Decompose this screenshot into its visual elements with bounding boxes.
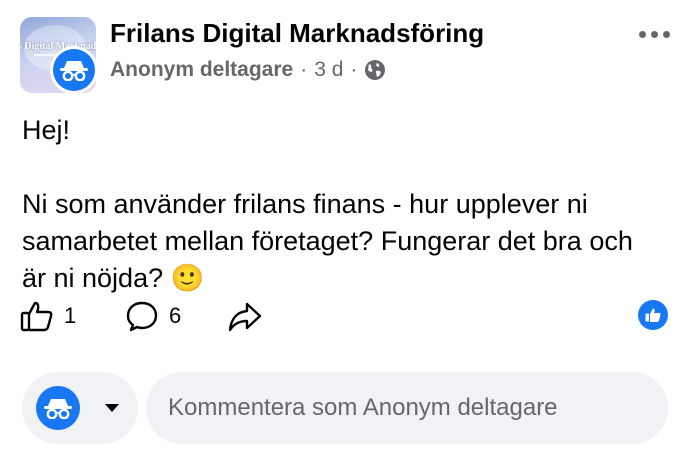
more-options-button[interactable]: [632, 23, 676, 45]
post-time[interactable]: 3 d: [314, 58, 343, 82]
post-line: Hej!: [22, 115, 71, 145]
share-icon: [227, 300, 263, 332]
thumbs-up-outline-icon: [20, 300, 54, 332]
meta-separator: ·: [350, 58, 358, 81]
like-count: 1: [64, 303, 77, 328]
group-name-link[interactable]: Frilans Digital Marknadsföring: [110, 18, 484, 49]
post-meta: Anonym deltagare · 3 d ·: [110, 58, 386, 82]
post-line: Ni som använder frilans finans - hur upp…: [22, 189, 588, 219]
author-name[interactable]: Anonym deltagare: [110, 58, 293, 82]
post-line: är ni nöjda? 🙂: [22, 263, 205, 293]
thumbs-up-icon[interactable]: [638, 300, 668, 330]
incognito-icon: [53, 49, 95, 91]
globe-icon: [364, 59, 386, 81]
anonymous-avatar[interactable]: [50, 46, 98, 94]
share-button[interactable]: [227, 300, 263, 332]
comment-count: 6: [169, 303, 182, 328]
comment-placeholder: Kommentera som Anonym deltagare: [168, 394, 558, 421]
comment-input[interactable]: Kommentera som Anonym deltagare: [146, 372, 668, 444]
comment-icon: [125, 300, 159, 332]
dot-icon: [638, 30, 646, 38]
meta-separator: ·: [300, 58, 308, 81]
post-line: samarbetet mellan företaget? Fungerar de…: [22, 226, 633, 256]
identity-switcher[interactable]: [22, 372, 138, 444]
dot-icon: [662, 30, 670, 38]
dot-icon: [650, 30, 658, 38]
like-button[interactable]: 1: [20, 300, 76, 332]
caret-down-icon: [104, 403, 120, 413]
comment-button[interactable]: 6: [125, 300, 181, 332]
incognito-icon: [36, 386, 80, 430]
post-body: Hej! Ni som använder frilans finans - hu…: [22, 112, 682, 297]
